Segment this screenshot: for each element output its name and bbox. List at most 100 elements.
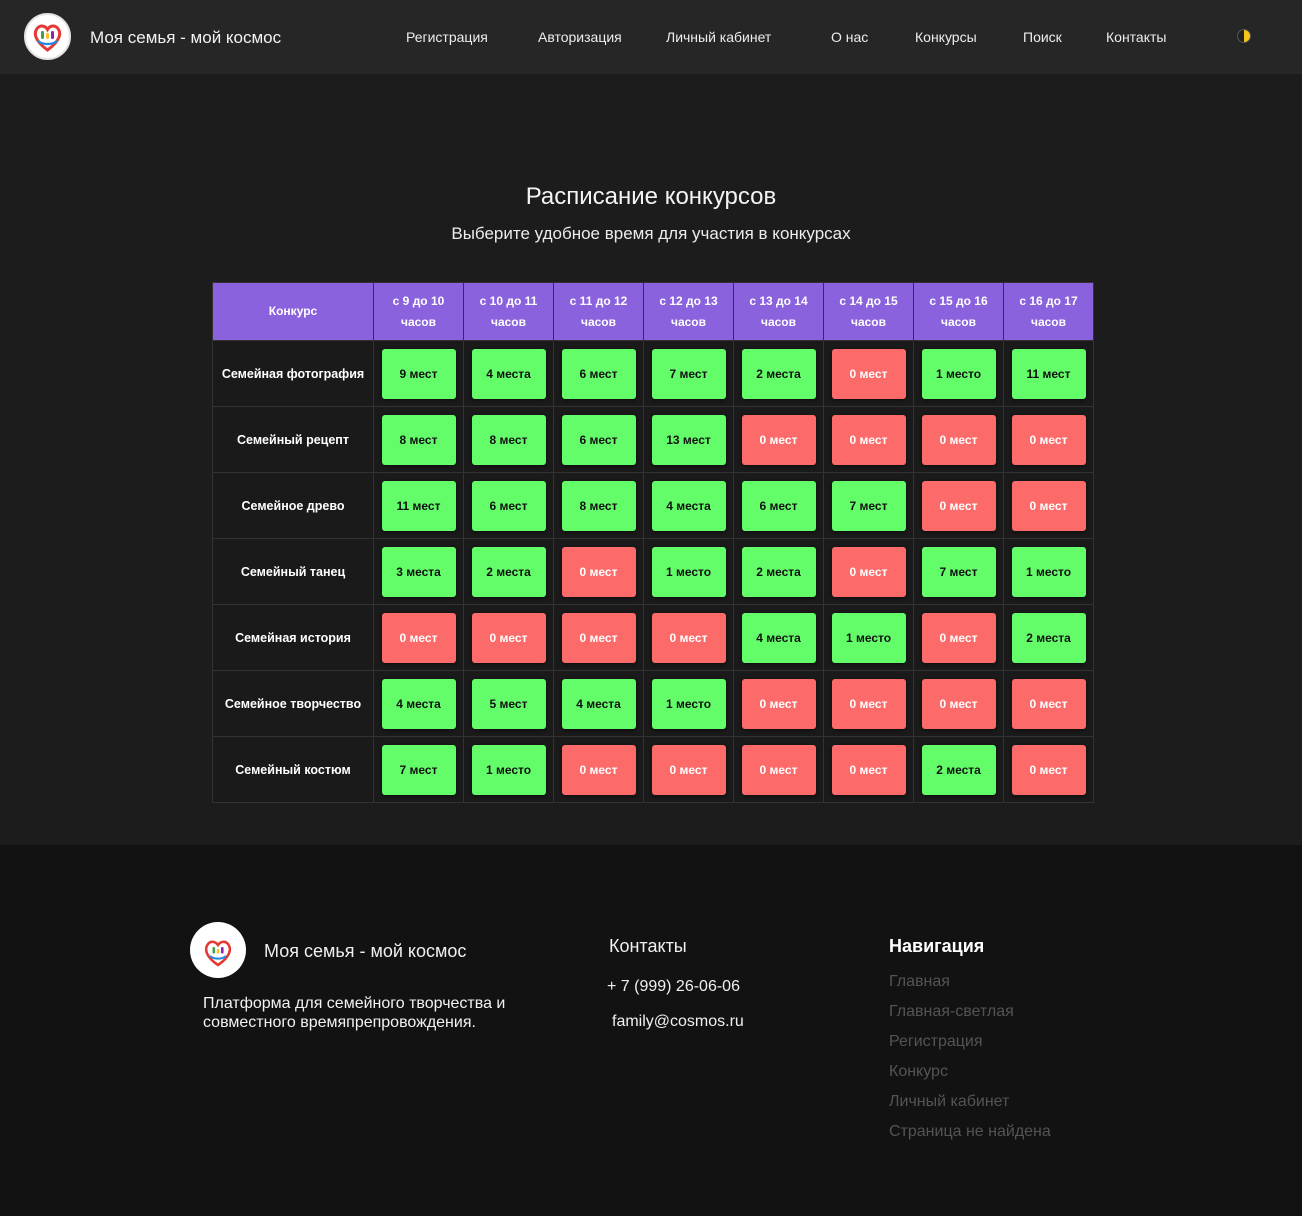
slot-full-button[interactable]: 0 мест [381,612,456,663]
site-footer: Моя семья - мой космос Платформа для сем… [0,845,1302,1216]
slot-unit: часов [940,314,977,329]
slot-time: с 9 до 10 [392,293,445,308]
footer-nav-not-found[interactable]: Страница не найдена [889,1123,1051,1141]
slot-full-button[interactable]: 0 мест [921,414,996,465]
nav-contests[interactable]: Конкурсы [915,29,977,45]
slot-available-button[interactable]: 1 место [651,678,726,729]
slot-full-button[interactable]: 0 мест [1011,480,1086,531]
slot-full-button[interactable]: 0 мест [651,744,726,795]
slot-full-button[interactable]: 0 мест [831,744,906,795]
footer-brand-name: Моя семья - мой космос [264,941,467,961]
slot-available-button[interactable]: 8 мест [381,414,456,465]
slot-available-button[interactable]: 4 места [651,480,726,531]
slot-available-button[interactable]: 1 место [921,348,996,399]
slot-available-button[interactable]: 7 мест [921,546,996,597]
slot-available-button[interactable]: 6 мест [561,348,636,399]
slot-available-button[interactable]: 7 мест [831,480,906,531]
nav-registration[interactable]: Регистрация [406,29,488,45]
slot-full-button[interactable]: 0 мест [741,744,816,795]
footer-nav-contest[interactable]: Конкурс [889,1063,948,1081]
slot-available-button[interactable]: 1 место [831,612,906,663]
schedule-cell: 0 мест [643,736,734,803]
slot-available-button[interactable]: 5 мест [471,678,546,729]
slot-full-button[interactable]: 0 мест [921,480,996,531]
footer-nav-home-light[interactable]: Главная-светлая [889,1003,1014,1021]
slot-available-button[interactable]: 13 мест [651,414,726,465]
slot-available-button[interactable]: 6 мест [561,414,636,465]
slot-available-button[interactable]: 7 мест [651,348,726,399]
slot-available-button[interactable]: 7 мест [381,744,456,795]
column-header-slot: с 14 до 15 часов [823,282,914,341]
nav-about[interactable]: О нас [831,29,868,45]
nav-personal-account[interactable]: Личный кабинет [666,29,771,45]
footer-email-link[interactable]: family@cosmos.ru [612,1013,744,1031]
slot-full-button[interactable]: 0 мест [831,414,906,465]
schedule-cell: 8 мест [463,406,554,473]
slot-available-button[interactable]: 2 места [1011,612,1086,663]
slot-available-button[interactable]: 1 место [471,744,546,795]
footer-nav-home[interactable]: Главная [889,973,950,991]
slot-full-button[interactable]: 0 мест [471,612,546,663]
column-header-slot: с 9 до 10 часов [373,282,464,341]
slot-full-button[interactable]: 0 мест [831,348,906,399]
nav-contacts[interactable]: Контакты [1106,29,1166,45]
slot-available-button[interactable]: 6 мест [471,480,546,531]
schedule-row: Семейный танец 3 места 2 места 0 мест 1 мест… [212,538,1094,605]
footer-nav-personal-account[interactable]: Личный кабинет [889,1093,1009,1111]
slot-available-button[interactable]: 2 места [741,348,816,399]
column-header-contest: Конкурс [212,282,374,341]
slot-time: с 11 до 12 [569,293,628,308]
brand-name[interactable]: Моя семья - мой космос [90,28,281,48]
slot-available-button[interactable]: 11 мест [1011,348,1086,399]
slot-available-button[interactable]: 4 места [561,678,636,729]
schedule-cell: 0 мест [373,604,464,671]
slot-full-button[interactable]: 0 мест [561,546,636,597]
slot-available-button[interactable]: 4 места [471,348,546,399]
slot-available-button[interactable]: 1 место [651,546,726,597]
slot-available-button[interactable]: 8 мест [561,480,636,531]
slot-available-button[interactable]: 4 места [381,678,456,729]
contest-name: Семейное творчество [212,670,374,737]
slot-full-button[interactable]: 0 мест [921,678,996,729]
footer-contacts-title: Контакты [609,936,687,956]
slot-full-button[interactable]: 0 мест [1011,414,1086,465]
column-header-slot: с 16 до 17 часов [1003,282,1094,341]
schedule-cell: 0 мест [913,472,1004,539]
family-heart-logo-icon[interactable] [24,13,71,60]
footer-phone-link[interactable]: + 7 (999) 26-06-06 [607,978,740,996]
nav-authorization[interactable]: Авторизация [538,29,622,45]
slot-full-button[interactable]: 0 мест [741,678,816,729]
schedule-cell: 1 место [463,736,554,803]
slot-available-button[interactable]: 2 места [921,744,996,795]
nav-search[interactable]: Поиск [1023,29,1062,45]
slot-full-button[interactable]: 0 мест [561,612,636,663]
slot-full-button[interactable]: 0 мест [651,612,726,663]
footer-nav-registration[interactable]: Регистрация [889,1033,983,1051]
slot-time: с 12 до 13 [659,293,718,308]
slot-full-button[interactable]: 0 мест [741,414,816,465]
slot-available-button[interactable]: 2 места [471,546,546,597]
slot-available-button[interactable]: 2 места [741,546,816,597]
schedule-cell: 0 мест [733,406,824,473]
slot-available-button[interactable]: 1 место [1011,546,1086,597]
slot-available-button[interactable]: 6 мест [741,480,816,531]
schedule-cell: 5 мест [463,670,554,737]
slot-full-button[interactable]: 0 мест [921,612,996,663]
schedule-cell: 0 мест [1003,670,1094,737]
slot-available-button[interactable]: 9 мест [381,348,456,399]
slot-full-button[interactable]: 0 мест [561,744,636,795]
contest-name: Семейный костюм [212,736,374,803]
schedule-cell: 7 мест [913,538,1004,605]
slot-available-button[interactable]: 8 мест [471,414,546,465]
footer-description: Платформа для семейного творчества и сов… [203,995,506,1031]
slot-full-button[interactable]: 0 мест [1011,744,1086,795]
slot-full-button[interactable]: 0 мест [831,546,906,597]
slot-full-button[interactable]: 0 мест [831,678,906,729]
footer-family-heart-logo-icon[interactable] [190,922,246,978]
theme-toggle-icon[interactable] [1237,29,1251,43]
slot-full-button[interactable]: 0 мест [1011,678,1086,729]
slot-available-button[interactable]: 11 мест [381,480,456,531]
slot-available-button[interactable]: 4 места [741,612,816,663]
schedule-cell: 7 мест [643,340,734,407]
slot-available-button[interactable]: 3 места [381,546,456,597]
